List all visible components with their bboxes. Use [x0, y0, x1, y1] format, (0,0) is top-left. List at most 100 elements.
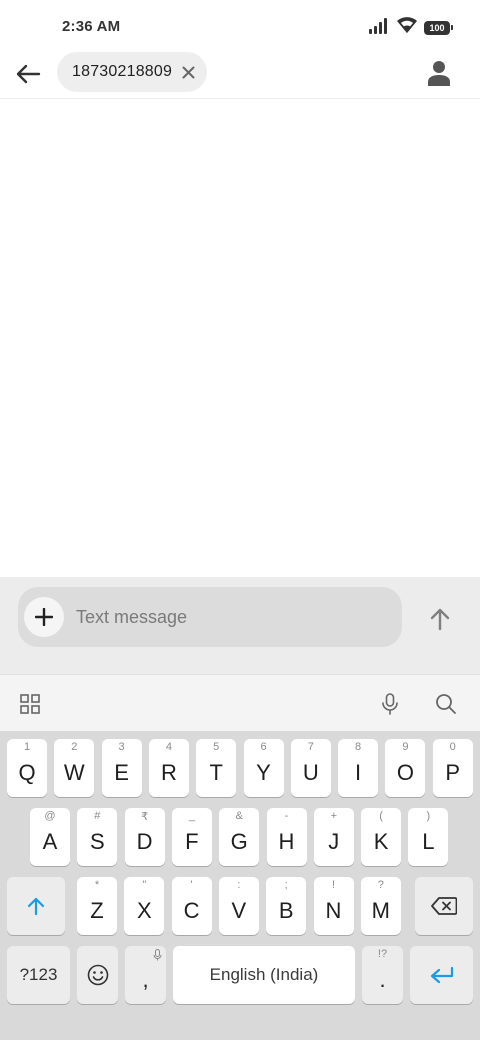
key-y[interactable]: 6Y — [243, 739, 284, 797]
key-e[interactable]: 3E — [101, 739, 142, 797]
key-w[interactable]: 2W — [54, 739, 95, 797]
key-label: P — [445, 760, 461, 785]
remove-recipient-button[interactable] — [179, 63, 197, 81]
back-arrow-icon — [16, 64, 41, 84]
key-m[interactable]: ? M — [360, 877, 401, 935]
status-icons: 100 — [368, 17, 453, 39]
key-label: Q — [18, 760, 36, 785]
key-label: G — [230, 829, 248, 854]
key-label: X — [136, 898, 152, 923]
key-hint: 8 — [355, 741, 362, 753]
key-g[interactable]: & G — [219, 808, 260, 866]
keyboard-search-button[interactable] — [431, 689, 461, 719]
shift-key[interactable] — [7, 877, 65, 935]
key-d[interactable]: ₹ D — [124, 808, 165, 866]
message-input[interactable]: Text message — [18, 587, 402, 647]
key-hint: 0 — [449, 741, 456, 753]
comma-key[interactable]: , — [125, 946, 166, 1004]
key-hint: ? — [377, 879, 384, 891]
add-contact-button[interactable] — [424, 58, 454, 88]
conversation-area — [0, 100, 480, 577]
keyboard-menu-button[interactable] — [15, 689, 45, 719]
send-arrow-icon — [430, 608, 450, 631]
key-hint: ) — [426, 810, 431, 822]
close-icon — [182, 66, 194, 78]
key-z[interactable]: * Z — [77, 877, 117, 935]
key-l[interactable]: ) L — [408, 808, 449, 866]
key-label: N — [325, 898, 342, 923]
attach-button[interactable] — [24, 597, 64, 637]
key-r[interactable]: 4R — [148, 739, 189, 797]
symbols-key[interactable]: ?123 — [7, 946, 70, 1004]
key-h[interactable]: -H — [266, 808, 307, 866]
plus-icon — [35, 608, 53, 626]
recipient-number: 18730218809 — [72, 63, 173, 80]
emoji-icon — [87, 964, 108, 986]
key-t[interactable]: 5T — [196, 739, 237, 797]
key-hint: ' — [190, 879, 193, 891]
message-placeholder: Text message — [76, 607, 188, 627]
key-hint: 4 — [165, 741, 172, 753]
key-label: J — [328, 829, 340, 854]
key-label: Z — [90, 898, 104, 923]
app-bar: 18730218809 — [0, 52, 480, 99]
key-label: C — [183, 898, 200, 923]
key-hint: ! — [331, 879, 336, 891]
key-hint: # — [94, 810, 101, 822]
emoji-key[interactable] — [77, 946, 118, 1004]
space-key[interactable]: English (India) — [173, 946, 355, 1004]
key-k[interactable]: (K — [361, 808, 402, 866]
recipient-chip[interactable]: 18730218809 — [57, 52, 207, 92]
key-hint: ₹ — [141, 811, 149, 823]
backspace-icon — [431, 897, 457, 915]
key-label: S — [89, 829, 105, 854]
key-f[interactable]: _ F — [171, 808, 212, 866]
status-bar: 2:36 AM 100 — [0, 0, 480, 52]
key-p[interactable]: 0P — [432, 739, 473, 797]
key-label: U — [302, 760, 319, 785]
key-label: L — [422, 829, 435, 854]
period-key[interactable]: !? . — [362, 946, 403, 1004]
comma-key-label: , — [142, 967, 149, 992]
key-label: E — [114, 760, 129, 785]
keyboard: 1Q2W3E4R5T6Y7U8I9O0P @ A # S ₹ D _ F & G - H + J(K) L … — [0, 731, 480, 1040]
enter-key[interactable] — [410, 946, 473, 1004]
key-hint: 6 — [260, 741, 267, 753]
key-x[interactable]: " X — [124, 877, 165, 935]
mic-small-icon — [153, 949, 162, 964]
back-button[interactable] — [12, 58, 44, 90]
key-label: F — [185, 829, 199, 854]
key-b[interactable]: ; B — [266, 877, 307, 935]
key-a[interactable]: @ A — [30, 808, 70, 866]
key-hint: " — [142, 879, 147, 891]
key-label: A — [42, 829, 58, 854]
key-i[interactable]: 8I — [338, 739, 379, 797]
key-label: T — [209, 760, 223, 785]
key-hint: _ — [188, 810, 195, 822]
voice-input-button[interactable] — [375, 689, 405, 719]
key-hint: * — [94, 879, 100, 891]
backspace-key[interactable] — [415, 877, 473, 935]
key-label: M — [371, 898, 390, 923]
key-label: R — [160, 760, 177, 785]
key-s[interactable]: # S — [77, 808, 118, 866]
send-button[interactable] — [422, 601, 458, 637]
battery-icon: 100 — [424, 21, 453, 35]
microphone-icon — [382, 693, 398, 715]
key-n[interactable]: ! N — [313, 877, 354, 935]
key-hint: & — [235, 810, 243, 822]
period-key-label: . — [379, 967, 386, 992]
key-v[interactable]: :V — [218, 877, 259, 935]
shift-icon — [27, 897, 45, 916]
key-label: Y — [256, 760, 271, 785]
key-q[interactable]: 1Q — [7, 739, 47, 797]
status-time: 2:36 AM — [62, 18, 121, 35]
key-u[interactable]: 7U — [290, 739, 331, 797]
key-j[interactable]: + J — [313, 808, 354, 866]
key-label: I — [355, 760, 362, 785]
key-hint: 5 — [213, 741, 220, 753]
key-hint: @ — [44, 810, 56, 822]
key-o[interactable]: 9O — [385, 739, 426, 797]
key-c[interactable]: ' C — [171, 877, 212, 935]
signal-icon — [368, 17, 390, 39]
